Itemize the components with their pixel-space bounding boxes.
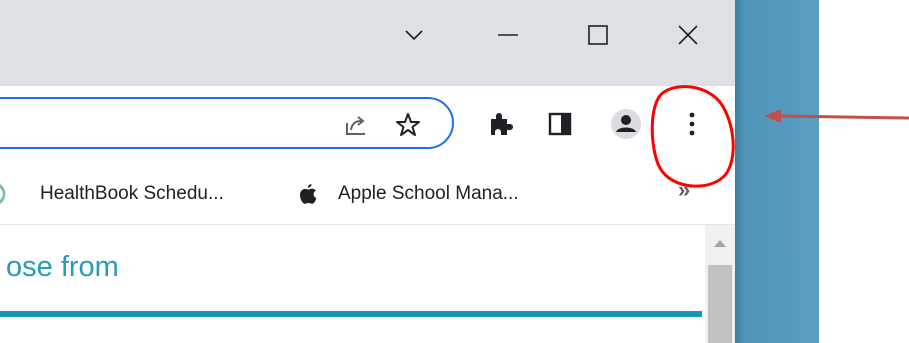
star-icon <box>396 113 420 136</box>
scroll-up-arrow-icon[interactable] <box>714 240 726 247</box>
share-button[interactable] <box>343 112 369 138</box>
tab-search-button[interactable] <box>391 12 437 58</box>
bookmark-label: HealthBook Schedu... <box>40 183 224 204</box>
chevron-down-icon <box>405 30 423 41</box>
profile-button[interactable] <box>606 104 646 144</box>
share-icon <box>346 116 365 135</box>
chrome-window: HealthBook Schedu... Apple School Mana..… <box>0 0 735 343</box>
address-bar[interactable] <box>0 97 454 149</box>
close-icon <box>678 25 698 45</box>
healthbook-favicon <box>0 184 6 204</box>
minimize-icon <box>498 34 518 36</box>
side-panel-icon <box>548 112 572 136</box>
title-bar <box>0 0 735 86</box>
side-panel-button[interactable] <box>540 104 580 144</box>
heading-underline <box>0 311 702 317</box>
bookmark-star-button[interactable] <box>395 112 421 138</box>
extensions-puzzle-icon <box>491 113 513 135</box>
desktop-background <box>735 0 819 343</box>
overflow-chevron-label: » <box>678 177 691 202</box>
more-vertical-icon <box>689 112 695 136</box>
vertical-scrollbar[interactable] <box>705 225 735 343</box>
scroll-thumb[interactable] <box>708 265 732 343</box>
maximize-button[interactable] <box>575 12 621 58</box>
maximize-icon <box>588 25 608 45</box>
extensions-button[interactable] <box>480 104 520 144</box>
bookmark-apple-school-manager[interactable]: Apple School Mana... <box>298 180 519 208</box>
page-content: ose from <box>0 225 735 343</box>
close-button[interactable] <box>665 12 711 58</box>
bookmarks-bar: HealthBook Schedu... Apple School Mana..… <box>0 162 735 225</box>
bookmark-label: Apple School Mana... <box>338 183 519 204</box>
chrome-menu-button[interactable] <box>672 104 712 144</box>
page-heading: ose from <box>6 251 119 283</box>
bookmark-healthbook[interactable]: HealthBook Schedu... <box>0 180 224 208</box>
profile-avatar-icon <box>611 109 641 139</box>
bookmarks-overflow-button[interactable]: » <box>678 176 690 204</box>
minimize-button[interactable] <box>485 12 531 58</box>
apple-icon <box>300 184 317 204</box>
